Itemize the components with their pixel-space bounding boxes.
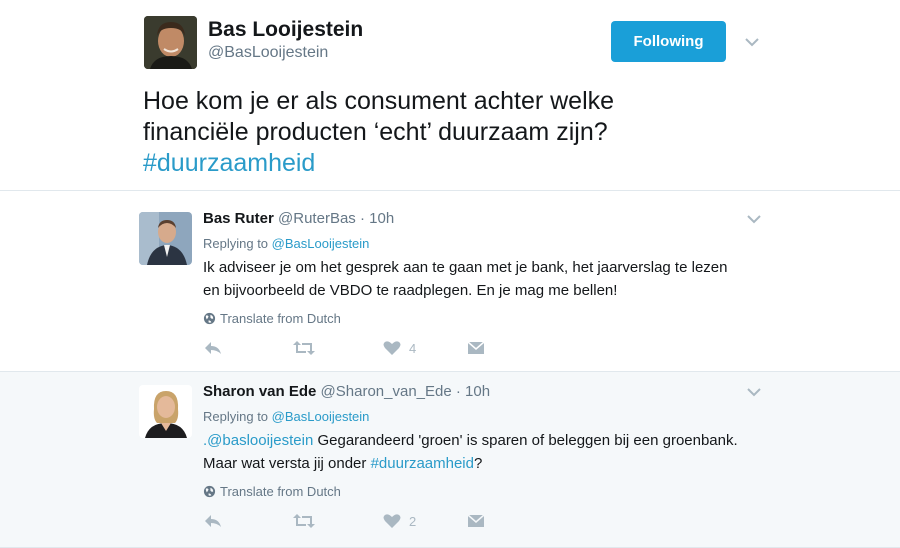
replying-to-link[interactable]: @BasLooijestein <box>272 409 370 424</box>
mention-link[interactable]: .@baslooijestein <box>203 432 313 449</box>
author-name[interactable]: Bas Looijestein <box>208 18 363 42</box>
globe-icon <box>203 485 216 498</box>
heart-icon <box>383 341 401 355</box>
reply-header: Bas Ruter @RuterBas · 10h <box>203 210 394 227</box>
tweet-text-line: financiële producten ‘echt’ duurzaam zij… <box>143 118 608 146</box>
direct-message-button[interactable] <box>467 513 485 529</box>
main-tweet: Bas Looijestein @BasLooijestein Followin… <box>0 0 900 191</box>
reply-button[interactable] <box>203 340 223 356</box>
replying-to-label: Replying to <box>203 409 272 424</box>
reply-header: Sharon van Ede @Sharon_van_Ede · 10h <box>203 383 490 400</box>
reply-text: .@baslooijestein Gegarandeerd 'groen' is… <box>203 429 763 475</box>
like-button[interactable]: 4 <box>383 340 416 356</box>
like-count: 4 <box>409 340 417 356</box>
translate-label[interactable]: Translate from Dutch <box>220 311 341 326</box>
reply-text-segment: Maar wat versta jij onder <box>203 455 371 472</box>
author-handle[interactable]: @BasLooijestein <box>208 44 328 62</box>
reply-tweet[interactable]: Sharon van Ede @Sharon_van_Ede · 10h Rep… <box>0 372 900 548</box>
globe-icon <box>203 312 216 325</box>
heart-icon <box>383 514 401 528</box>
avatar-photo <box>139 385 192 438</box>
reply-text-segment: Gegarandeerd 'groen' is sparen of belegg… <box>313 432 738 449</box>
hashtag-link[interactable]: #duurzaamheid <box>371 455 474 472</box>
tweet-actions: 4 <box>203 340 503 360</box>
like-count: 2 <box>409 513 417 529</box>
hashtag-link[interactable]: #duurzaamheid <box>143 148 783 179</box>
avatar-photo <box>139 212 192 265</box>
reply-text-line: .@baslooijestein Gegarandeerd 'groen' is… <box>203 429 763 452</box>
replying-to: Replying to @BasLooijestein <box>203 236 369 251</box>
chevron-down-icon[interactable] <box>744 37 760 47</box>
reply-text-line: Ik adviseer je om het gesprek aan te gaa… <box>203 259 728 276</box>
avatar[interactable] <box>139 212 192 265</box>
retweet-icon <box>293 341 315 355</box>
like-button[interactable]: 2 <box>383 513 416 529</box>
tweet-actions: 2 <box>203 513 503 533</box>
direct-message-button[interactable] <box>467 340 485 356</box>
envelope-icon <box>467 341 485 354</box>
reply-text: Ik adviseer je om het gesprek aan te gaa… <box>203 256 763 302</box>
reply-author-name[interactable]: Bas Ruter <box>203 210 274 227</box>
replying-to: Replying to @BasLooijestein <box>203 409 369 424</box>
following-button[interactable]: Following <box>611 21 726 62</box>
reply-arrow-icon <box>205 342 221 354</box>
replying-to-label: Replying to <box>203 236 272 251</box>
reply-tweet[interactable]: Bas Ruter @RuterBas · 10h Replying to @B… <box>0 192 900 372</box>
tweet-text-line: Hoe kom je er als consument achter welke <box>143 87 615 115</box>
reply-timestamp[interactable]: · 10h <box>360 210 394 227</box>
avatar-photo <box>144 16 197 69</box>
reply-author-handle[interactable]: @RuterBas <box>278 210 356 227</box>
reply-text-line: en bijvoorbeeld de VBDO te raadplegen. E… <box>203 282 618 299</box>
reply-button[interactable] <box>203 513 223 529</box>
translate-link[interactable]: Translate from Dutch <box>203 484 341 499</box>
reply-author-handle[interactable]: @Sharon_van_Ede <box>321 383 452 400</box>
retweet-button[interactable] <box>292 513 316 529</box>
reply-timestamp[interactable]: · 10h <box>456 383 490 400</box>
avatar[interactable] <box>144 16 197 69</box>
translate-label[interactable]: Translate from Dutch <box>220 484 341 499</box>
tweet-text: Hoe kom je er als consument achter welke… <box>143 86 783 179</box>
reply-text-line: Maar wat versta jij onder #duurzaamheid? <box>203 452 763 475</box>
avatar[interactable] <box>139 385 192 438</box>
chevron-down-icon[interactable] <box>746 214 762 224</box>
reply-arrow-icon <box>205 515 221 527</box>
envelope-icon <box>467 514 485 527</box>
retweet-button[interactable] <box>292 340 316 356</box>
replying-to-link[interactable]: @BasLooijestein <box>272 236 370 251</box>
chevron-down-icon[interactable] <box>746 387 762 397</box>
reply-author-name[interactable]: Sharon van Ede <box>203 383 316 400</box>
translate-link[interactable]: Translate from Dutch <box>203 311 341 326</box>
reply-text-segment: ? <box>473 455 483 472</box>
retweet-icon <box>293 514 315 528</box>
